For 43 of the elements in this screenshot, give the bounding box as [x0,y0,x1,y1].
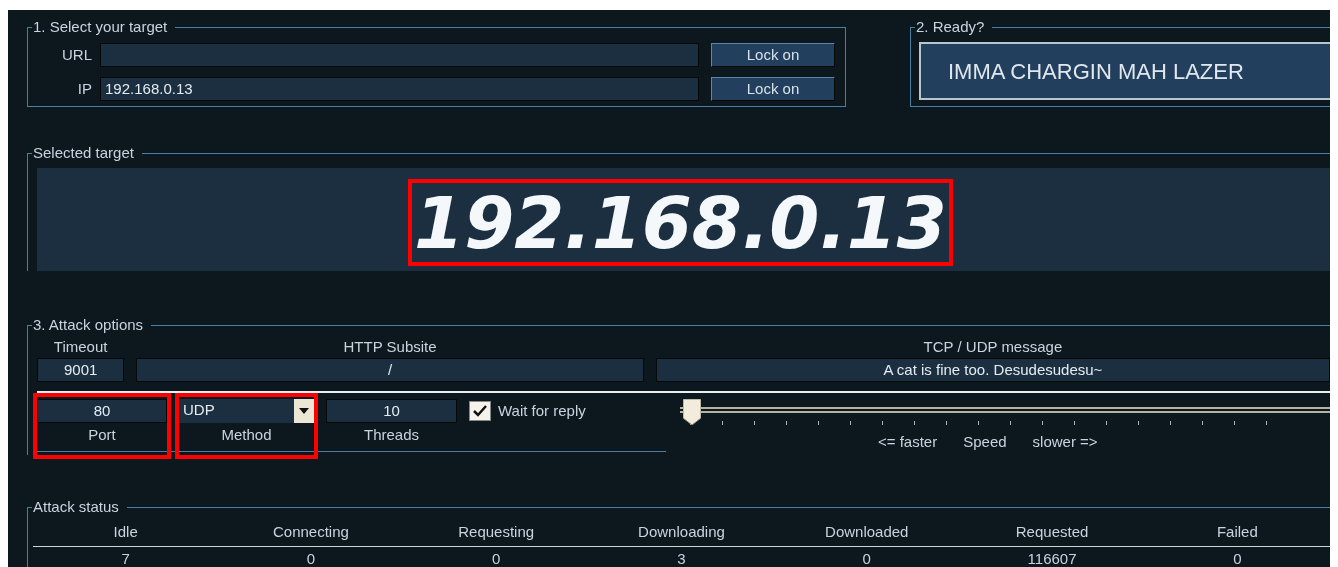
ip-field[interactable]: 192.168.0.13 [100,77,699,101]
column-header: Downloading [637,522,726,542]
field-label: Method [220,425,273,445]
slider-label: Speed [963,432,1007,452]
section-title: 1. Select your target [32,18,176,36]
message-field[interactable]: A cat is fine too. Desudesudesu~ [655,358,1330,382]
subsite-field[interactable]: / [136,358,644,382]
column-header: Connecting [271,522,350,542]
status-count: 116607 [1026,549,1078,567]
section-title: Selected target [32,144,142,162]
column-header: Timeout [52,336,109,357]
lock-on-button[interactable]: Lock on [711,43,835,67]
status-count: 7 [120,549,131,567]
speed-slider-thumb[interactable] [682,399,701,425]
threads-field[interactable]: 10 [326,399,457,423]
column-header: Failed [1215,522,1259,542]
checkbox-label: Wait for reply [498,400,586,421]
field-label: URL [61,44,93,65]
field-label: Port [87,425,117,445]
field-label: Threads [363,425,420,445]
status-count: 3 [676,549,687,567]
column-header: TCP / UDP message [922,336,1064,357]
fire-button[interactable]: IMMA CHARGIN MAH LAZER [919,42,1330,100]
column-header: Requested [1014,522,1090,542]
field-label: IP [76,78,93,99]
status-count: 0 [491,549,502,567]
url-field[interactable] [100,43,699,67]
lock-on-button[interactable]: Lock on [711,77,835,101]
column-header: HTTP Subsite [342,336,438,357]
port-field[interactable]: 80 [37,399,167,423]
column-header: Idle [112,522,139,542]
section-title: 3. Attack options [32,316,152,334]
slider-max-label: slower => [1032,432,1098,452]
column-header: Downloaded [824,522,910,542]
status-count: 0 [861,549,872,567]
target-address: 192.168.0.13 [414,186,947,259]
status-count: 0 [305,549,317,567]
checkbox[interactable] [469,401,491,421]
status-count: 0 [1232,549,1243,567]
slider-min-label: <= faster [878,432,938,452]
section-title: 2. Ready? [915,18,993,36]
column-header: Requesting [457,522,536,542]
timeout-field[interactable]: 9001 [37,358,125,382]
